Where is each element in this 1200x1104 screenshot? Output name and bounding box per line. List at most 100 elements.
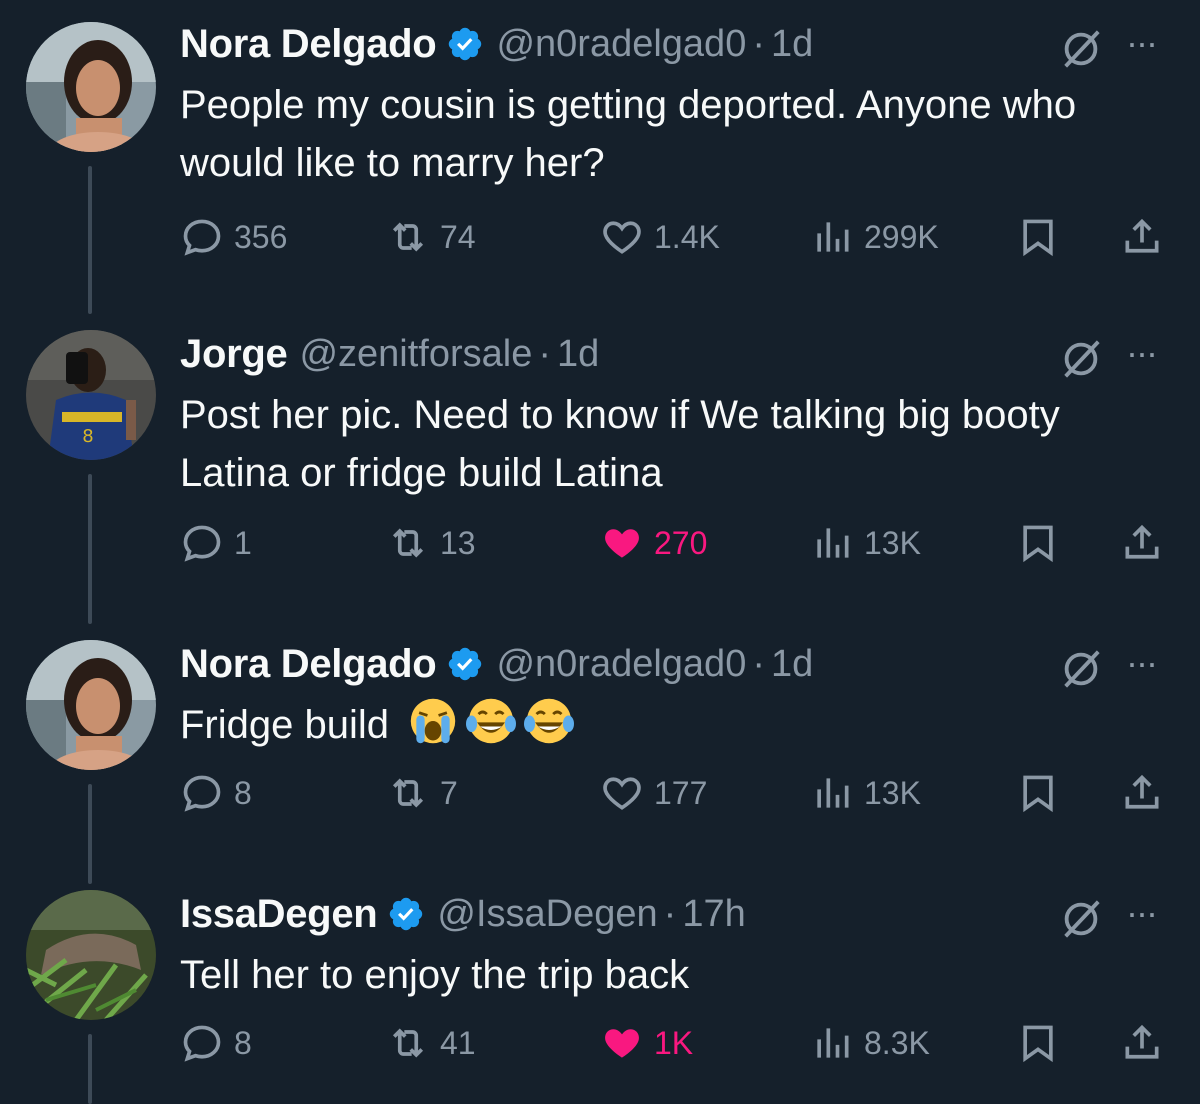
reply-icon: [183, 219, 221, 256]
timestamp[interactable]: 1d: [557, 333, 599, 376]
reply-button[interactable]: 8: [180, 768, 252, 818]
timestamp[interactable]: 17h: [682, 893, 745, 936]
handle[interactable]: @n0radelgad0: [496, 643, 746, 686]
repost-count: 41: [440, 1024, 476, 1061]
views-icon: [817, 1028, 849, 1058]
share-button[interactable]: [1120, 768, 1174, 818]
tweet[interactable]: IssaDegen @IssaDegen · 17h ··· Tell her …: [0, 890, 1200, 1100]
reply-icon: [183, 775, 221, 812]
like-count: 177: [654, 774, 708, 811]
tweet-header: Jorge @zenitforsale · 1d: [180, 326, 599, 382]
tweet[interactable]: Nora Delgado @n0radelgad0 · 1d ··· Fridg…: [0, 640, 1200, 850]
more-options-icon[interactable]: ···: [1126, 22, 1158, 64]
display-name[interactable]: Jorge: [180, 332, 288, 377]
like-button[interactable]: 270: [600, 518, 707, 568]
share-button[interactable]: [1120, 518, 1174, 568]
avatar[interactable]: [26, 890, 156, 1020]
action-bar: 356 74 1.4K 299K: [180, 212, 1170, 262]
repost-icon: [392, 1028, 424, 1058]
repost-button[interactable]: 74: [386, 212, 476, 262]
tears-of-joy-face-icon: [524, 698, 575, 744]
display-name[interactable]: Nora Delgado: [180, 22, 437, 67]
timestamp[interactable]: 1d: [771, 23, 813, 66]
grok-icon[interactable]: [1058, 26, 1104, 72]
reply-icon: [183, 1025, 221, 1062]
reply-count: 1: [234, 524, 252, 561]
tweet[interactable]: 8 Jorge @zenitforsale · 1d ··· Post her …: [0, 330, 1200, 600]
reply-button[interactable]: 1: [180, 518, 252, 568]
grok-icon[interactable]: [1058, 336, 1104, 382]
action-bar: 8 7 177 13K: [180, 768, 1170, 818]
display-name[interactable]: IssaDegen: [180, 892, 378, 937]
views-button[interactable]: 299K: [810, 212, 939, 262]
tweet[interactable]: Nora Delgado @n0radelgad0 · 1d ··· Peopl…: [0, 20, 1200, 290]
share-icon: [1125, 218, 1159, 253]
handle[interactable]: @IssaDegen: [437, 893, 657, 936]
view-count: 13K: [864, 774, 921, 811]
bookmark-button[interactable]: [1016, 1018, 1070, 1068]
grok-icon[interactable]: [1058, 896, 1104, 942]
svg-text:8: 8: [82, 426, 93, 447]
repost-button[interactable]: 41: [386, 1018, 476, 1068]
repost-count: 13: [440, 524, 476, 561]
avatar[interactable]: 8: [26, 330, 156, 460]
separator-dot: ·: [538, 332, 551, 375]
bookmark-button[interactable]: [1016, 518, 1070, 568]
verified-badge-icon: [390, 897, 423, 931]
views-icon: [817, 778, 849, 808]
heart-filled-icon: [605, 1029, 639, 1058]
tweet-text: People my cousin is getting deported. An…: [180, 83, 1077, 185]
share-icon: [1125, 524, 1159, 559]
timestamp[interactable]: 1d: [771, 643, 813, 686]
share-button[interactable]: [1120, 212, 1174, 262]
repost-button[interactable]: 7: [386, 768, 458, 818]
action-bar: 1 13 270 13K: [180, 518, 1170, 568]
heart-icon: [603, 221, 641, 254]
separator-dot: ·: [752, 642, 765, 685]
verified-badge-icon: [449, 647, 482, 681]
like-button[interactable]: 1K: [600, 1018, 693, 1068]
tweet-header: Nora Delgado @n0radelgad0 · 1d: [180, 16, 813, 72]
views-button[interactable]: 13K: [810, 768, 921, 818]
more-options-icon[interactable]: ···: [1126, 332, 1158, 374]
tweet-text: Tell her to enjoy the trip back: [180, 953, 690, 997]
repost-count: 7: [440, 774, 458, 811]
reply-count: 356: [234, 218, 288, 255]
avatar[interactable]: [26, 22, 156, 152]
reply-button[interactable]: 356: [180, 212, 287, 262]
views-button[interactable]: 8.3K: [810, 1018, 930, 1068]
separator-dot: ·: [663, 892, 677, 935]
verified-badge-icon: [449, 27, 482, 61]
repost-icon: [392, 778, 424, 808]
tweet-text: Fridge build: [180, 703, 390, 747]
tweet-header: Nora Delgado @n0radelgad0 · 1d: [180, 636, 813, 692]
share-icon: [1125, 1024, 1159, 1059]
avatar[interactable]: [26, 640, 156, 770]
share-button[interactable]: [1120, 1018, 1174, 1068]
share-icon: [1125, 774, 1159, 809]
bookmark-button[interactable]: [1016, 768, 1070, 818]
view-count: 299K: [864, 218, 939, 255]
like-count: 1K: [654, 1024, 694, 1061]
more-options-icon[interactable]: ···: [1126, 642, 1158, 684]
view-count: 13K: [864, 524, 921, 561]
handle[interactable]: @n0radelgad0: [496, 23, 746, 66]
reply-button[interactable]: 8: [180, 1018, 252, 1068]
like-button[interactable]: 1.4K: [600, 212, 720, 262]
separator-dot: ·: [752, 22, 765, 65]
bookmark-button[interactable]: [1016, 212, 1070, 262]
display-name[interactable]: Nora Delgado: [180, 642, 437, 687]
bookmark-icon: [1023, 775, 1053, 813]
repost-button[interactable]: 13: [386, 518, 476, 568]
like-button[interactable]: 177: [600, 768, 707, 818]
handle[interactable]: @zenitforsale: [299, 333, 532, 376]
repost-icon: [392, 528, 424, 558]
like-count: 270: [654, 524, 708, 561]
views-button[interactable]: 13K: [810, 518, 921, 568]
bookmark-icon: [1023, 219, 1053, 257]
grok-icon[interactable]: [1058, 646, 1104, 692]
more-options-icon[interactable]: ···: [1126, 892, 1158, 934]
action-bar: 8 41 1K 8.3K: [180, 1018, 1170, 1068]
reply-icon: [183, 525, 221, 562]
views-icon: [817, 528, 849, 558]
